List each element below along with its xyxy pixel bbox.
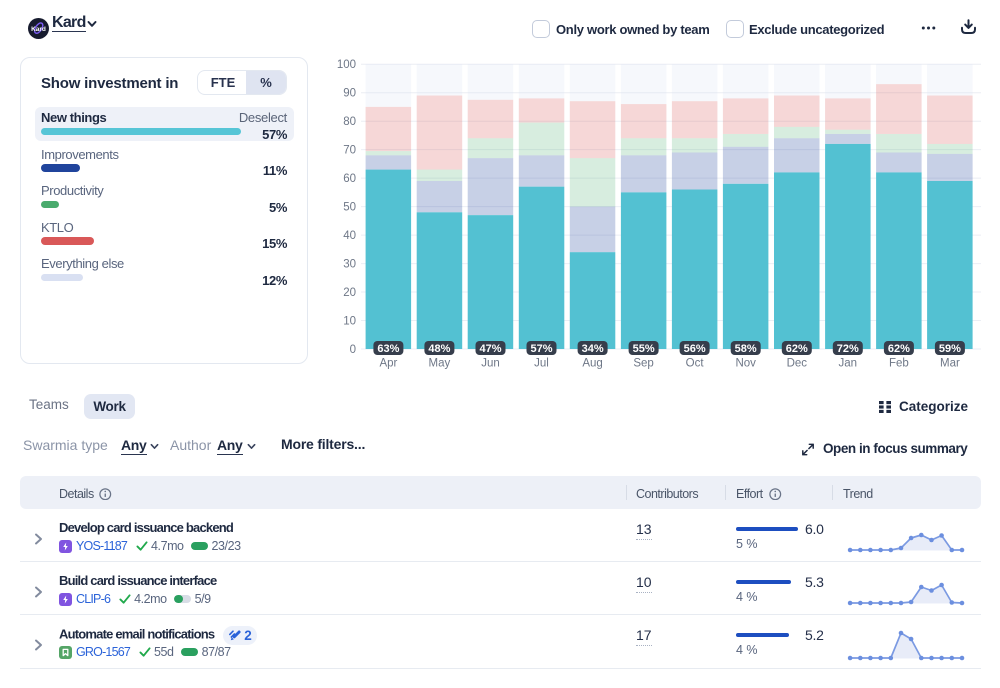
svg-text:47%: 47% bbox=[479, 343, 501, 355]
svg-text:20: 20 bbox=[343, 287, 356, 299]
svg-text:90: 90 bbox=[343, 88, 356, 100]
svg-text:May: May bbox=[429, 358, 451, 370]
svg-text:34%: 34% bbox=[582, 343, 604, 355]
svg-text:Nov: Nov bbox=[735, 358, 756, 370]
svg-text:Aug: Aug bbox=[582, 358, 602, 370]
svg-text:Apr: Apr bbox=[379, 358, 397, 370]
svg-text:Dec: Dec bbox=[787, 358, 808, 370]
svg-text:62%: 62% bbox=[786, 343, 808, 355]
svg-text:59%: 59% bbox=[939, 343, 961, 355]
svg-text:Jan: Jan bbox=[839, 358, 858, 370]
svg-text:0: 0 bbox=[350, 344, 356, 356]
svg-text:63%: 63% bbox=[377, 343, 399, 355]
svg-text:60: 60 bbox=[343, 173, 356, 185]
svg-text:56%: 56% bbox=[684, 343, 706, 355]
svg-text:Kard: Kard bbox=[31, 26, 46, 33]
svg-text:Sep: Sep bbox=[633, 358, 653, 370]
svg-text:48%: 48% bbox=[428, 343, 450, 355]
svg-text:72%: 72% bbox=[837, 343, 859, 355]
svg-text:30: 30 bbox=[343, 259, 356, 271]
svg-text:57%: 57% bbox=[530, 343, 552, 355]
svg-text:10: 10 bbox=[343, 316, 356, 328]
svg-text:100: 100 bbox=[337, 59, 356, 71]
svg-text:58%: 58% bbox=[735, 343, 757, 355]
svg-text:Feb: Feb bbox=[889, 358, 909, 370]
svg-text:Jul: Jul bbox=[534, 358, 549, 370]
svg-text:Mar: Mar bbox=[940, 358, 960, 370]
svg-text:Jun: Jun bbox=[481, 358, 500, 370]
svg-text:80: 80 bbox=[343, 116, 356, 128]
svg-text:70: 70 bbox=[343, 145, 356, 157]
svg-text:55%: 55% bbox=[633, 343, 655, 355]
svg-text:62%: 62% bbox=[888, 343, 910, 355]
svg-text:50: 50 bbox=[343, 202, 356, 214]
svg-text:Oct: Oct bbox=[686, 358, 705, 370]
svg-text:40: 40 bbox=[343, 230, 356, 242]
